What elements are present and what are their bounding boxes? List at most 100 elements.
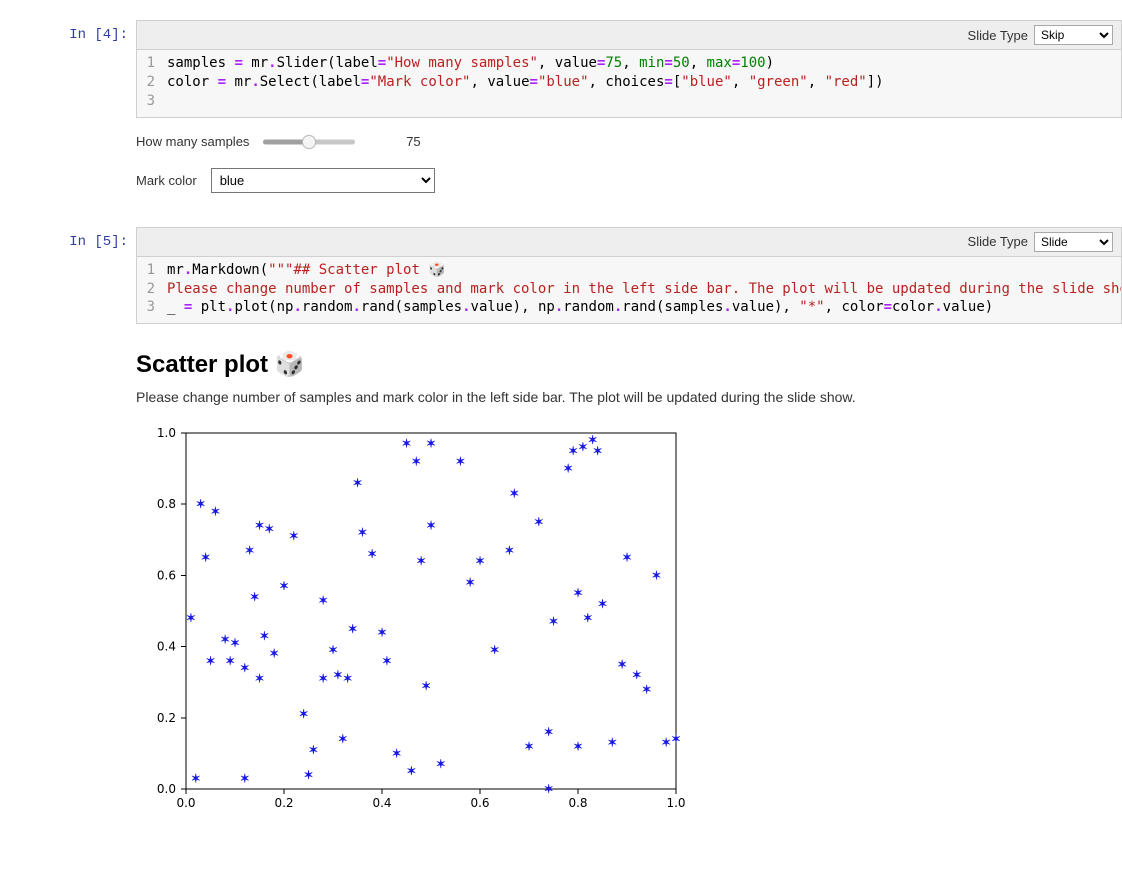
slider-value: 75	[393, 134, 433, 149]
input-prompt-5: In [5]:	[0, 227, 136, 832]
svg-text:✶: ✶	[593, 444, 603, 458]
svg-text:✶: ✶	[382, 654, 392, 668]
svg-text:✶: ✶	[367, 547, 377, 561]
svg-text:✶: ✶	[240, 661, 250, 675]
svg-text:✶: ✶	[426, 437, 436, 451]
line-number-gutter: 1 2 3	[137, 50, 163, 115]
svg-text:✶: ✶	[548, 615, 558, 629]
svg-text:0.4: 0.4	[157, 640, 176, 654]
code-content[interactable]: mr.Markdown("""## Scatter plot 🎲 Please …	[163, 257, 1122, 322]
slide-type-select-4[interactable]: -SlideSub-SlideFragmentSkipNotes	[1034, 25, 1113, 45]
svg-text:✶: ✶	[352, 476, 362, 490]
svg-text:✶: ✶	[573, 587, 583, 601]
svg-text:0.2: 0.2	[274, 796, 293, 810]
svg-text:✶: ✶	[455, 455, 465, 469]
slider-widget: How many samples 75	[136, 134, 1122, 150]
svg-text:✶: ✶	[568, 444, 578, 458]
line-number-gutter: 1 2 3	[137, 257, 163, 322]
scatter-chart: 0.00.20.40.60.81.00.00.20.40.60.81.0✶✶✶✶…	[136, 421, 696, 821]
slide-type-select-5[interactable]: -SlideSub-SlideFragmentSkipNotes	[1034, 232, 1113, 252]
svg-text:✶: ✶	[465, 576, 475, 590]
svg-text:✶: ✶	[245, 544, 255, 558]
svg-text:✶: ✶	[617, 658, 627, 672]
svg-text:✶: ✶	[426, 519, 436, 533]
cell-toolbar-4: Slide Type -SlideSub-SlideFragmentSkipNo…	[136, 20, 1122, 49]
svg-text:✶: ✶	[191, 772, 201, 786]
svg-text:✶: ✶	[544, 725, 554, 739]
svg-text:✶: ✶	[289, 530, 299, 544]
svg-text:✶: ✶	[259, 629, 269, 643]
svg-text:✶: ✶	[264, 522, 274, 536]
svg-text:✶: ✶	[230, 636, 240, 650]
svg-text:0.0: 0.0	[157, 782, 176, 796]
samples-slider[interactable]	[263, 134, 355, 150]
svg-text:✶: ✶	[401, 437, 411, 451]
svg-text:0.6: 0.6	[470, 796, 489, 810]
svg-text:✶: ✶	[338, 733, 348, 747]
svg-text:✶: ✶	[186, 611, 196, 625]
output-widgets: How many samples 75 Mark color bluegreen…	[136, 118, 1122, 217]
svg-text:✶: ✶	[392, 747, 402, 761]
svg-text:✶: ✶	[299, 708, 309, 722]
svg-text:✶: ✶	[205, 654, 215, 668]
select-widget: Mark color bluegreenred	[136, 168, 1122, 193]
svg-text:✶: ✶	[436, 757, 446, 771]
svg-text:✶: ✶	[607, 736, 617, 750]
cell-toolbar-5: Slide Type -SlideSub-SlideFragmentSkipNo…	[136, 227, 1122, 256]
svg-text:✶: ✶	[406, 765, 416, 779]
code-editor-5[interactable]: 1 2 3 mr.Markdown("""## Scatter plot 🎲 P…	[136, 256, 1122, 325]
svg-text:✶: ✶	[220, 633, 230, 647]
svg-text:1.0: 1.0	[157, 426, 176, 440]
svg-text:✶: ✶	[225, 654, 235, 668]
svg-text:✶: ✶	[632, 668, 642, 682]
svg-text:✶: ✶	[524, 740, 534, 754]
svg-text:✶: ✶	[651, 569, 661, 583]
svg-text:✶: ✶	[201, 551, 211, 565]
svg-text:✶: ✶	[597, 597, 607, 611]
svg-text:✶: ✶	[578, 441, 588, 455]
svg-text:✶: ✶	[583, 611, 593, 625]
svg-text:✶: ✶	[563, 462, 573, 476]
input-prompt-4: In [4]:	[0, 20, 136, 217]
slide-type-label: Slide Type	[968, 234, 1028, 249]
mark-color-select[interactable]: bluegreenred	[211, 168, 435, 193]
scatter-plot-heading: Scatter plot 🎲	[136, 350, 1122, 379]
svg-text:0.4: 0.4	[372, 796, 391, 810]
svg-text:✶: ✶	[357, 526, 367, 540]
svg-text:✶: ✶	[475, 555, 485, 569]
svg-text:✶: ✶	[642, 683, 652, 697]
svg-text:✶: ✶	[416, 555, 426, 569]
svg-text:✶: ✶	[411, 455, 421, 469]
slider-label: How many samples	[136, 134, 249, 149]
svg-text:1.0: 1.0	[666, 796, 685, 810]
svg-text:✶: ✶	[504, 544, 514, 558]
svg-text:✶: ✶	[622, 551, 632, 565]
cell-4: In [4]: Slide Type -SlideSub-SlideFragme…	[0, 20, 1122, 217]
code-editor-4[interactable]: 1 2 3 samples = mr.Slider(label="How man…	[136, 49, 1122, 118]
svg-text:✶: ✶	[671, 733, 681, 747]
svg-text:0.6: 0.6	[157, 569, 176, 583]
svg-text:✶: ✶	[573, 740, 583, 754]
svg-text:✶: ✶	[210, 505, 220, 519]
svg-text:✶: ✶	[196, 498, 206, 512]
svg-text:0.2: 0.2	[157, 711, 176, 725]
svg-text:✶: ✶	[421, 679, 431, 693]
svg-text:✶: ✶	[534, 515, 544, 529]
svg-text:0.8: 0.8	[157, 498, 176, 512]
code-content[interactable]: samples = mr.Slider(label="How many samp…	[163, 50, 1121, 115]
svg-text:✶: ✶	[348, 622, 358, 636]
svg-text:✶: ✶	[250, 590, 260, 604]
svg-text:✶: ✶	[318, 594, 328, 608]
slide-type-label: Slide Type	[968, 28, 1028, 43]
svg-text:✶: ✶	[308, 743, 318, 757]
svg-text:✶: ✶	[328, 644, 338, 658]
select-label: Mark color	[136, 173, 197, 188]
scatter-plot-description: Please change number of samples and mark…	[136, 389, 1122, 405]
svg-text:✶: ✶	[254, 519, 264, 533]
svg-text:✶: ✶	[509, 487, 519, 501]
svg-text:✶: ✶	[279, 579, 289, 593]
svg-text:✶: ✶	[333, 668, 343, 682]
svg-text:0.0: 0.0	[176, 796, 195, 810]
output-markdown-chart: Scatter plot 🎲 Please change number of s…	[136, 324, 1122, 831]
svg-text:✶: ✶	[254, 672, 264, 686]
